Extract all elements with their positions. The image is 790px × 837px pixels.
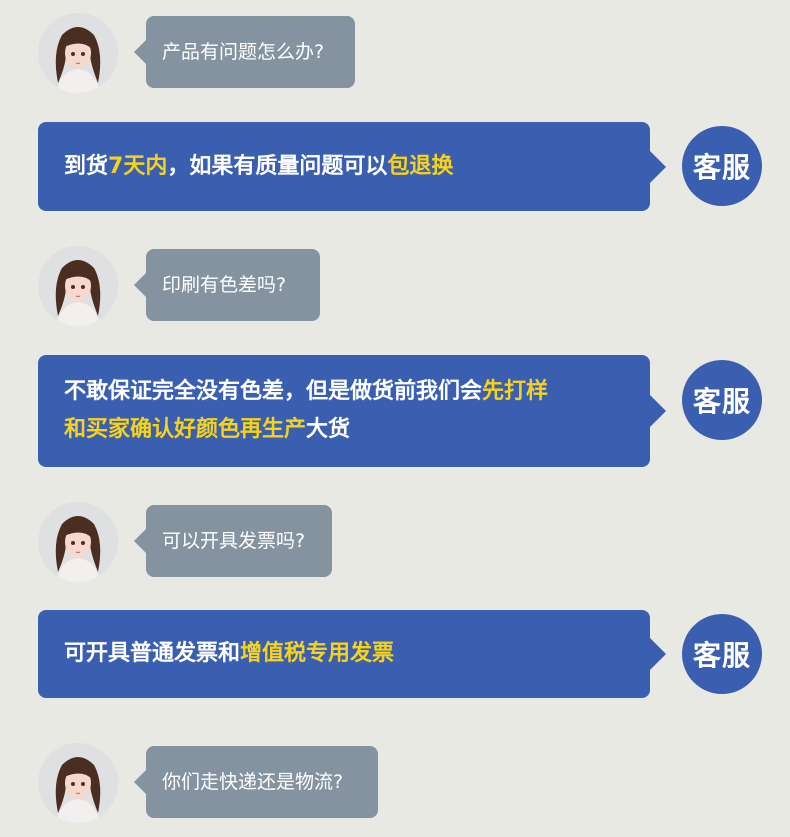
answer-segment: 不敢保证完全没有色差，但是做货前我们会: [64, 379, 483, 404]
agent-label: 客服: [692, 151, 751, 184]
agent-label: 客服: [692, 639, 751, 672]
answer-highlight: 包退换: [387, 153, 454, 179]
answer-segment: 到货: [64, 153, 109, 179]
question-bubble-3: 可以开具发票吗?: [134, 505, 332, 577]
question-bubble-1: 产品有问题怎么办?: [134, 16, 355, 88]
agent-avatar: 客服: [682, 360, 762, 440]
agent-label: 客服: [692, 385, 751, 418]
question-text: 可以开具发票吗?: [162, 530, 306, 552]
answer-line: 和买家确认好颜色再生产大货: [64, 411, 548, 449]
answer-line: 不敢保证完全没有色差，但是做货前我们会先打样: [64, 373, 548, 411]
answer-bubble-3: 可开具普通发票和增值税专用发票: [38, 610, 666, 698]
girl-avatar-icon: [38, 13, 118, 93]
answer-highlight: 和买家确认好颜色再生产: [64, 417, 307, 442]
customer-avatar: [38, 246, 118, 326]
question-text: 印刷有色差吗?: [162, 274, 287, 296]
answer-segment: 可开具普通发票和: [64, 641, 241, 666]
question-text: 你们走快递还是物流?: [162, 771, 344, 793]
customer-avatar: [38, 13, 118, 93]
question-bubble-2: 印刷有色差吗?: [134, 249, 320, 321]
answer-bubble-1: 到货7天内，如果有质量问题可以包退换: [38, 122, 666, 211]
question-text: 产品有问题怎么办?: [162, 41, 325, 63]
answer-bubble-2: 不敢保证完全没有色差，但是做货前我们会先打样 和买家确认好颜色再生产大货: [38, 355, 666, 467]
answer-highlight: 7天内: [108, 153, 168, 179]
girl-avatar-icon: [38, 246, 118, 326]
girl-avatar-icon: [38, 743, 118, 823]
agent-avatar: 客服: [682, 126, 762, 206]
answer-text: 到货7天内，如果有质量问题可以包退换: [64, 148, 453, 186]
customer-avatar: [38, 502, 118, 582]
girl-avatar-icon: [38, 502, 118, 582]
answer-text: 可开具普通发票和增值税专用发票: [64, 635, 394, 673]
answer-text: 不敢保证完全没有色差，但是做货前我们会先打样 和买家确认好颜色再生产大货: [64, 373, 548, 449]
customer-avatar: [38, 743, 118, 823]
agent-avatar: 客服: [682, 614, 762, 694]
answer-segment: 大货: [306, 417, 351, 442]
question-bubble-4: 你们走快递还是物流?: [134, 746, 378, 818]
answer-highlight: 增值税专用发票: [240, 641, 395, 666]
answer-highlight: 先打样: [482, 379, 549, 404]
answer-segment: ，如果有质量问题可以: [167, 153, 388, 179]
